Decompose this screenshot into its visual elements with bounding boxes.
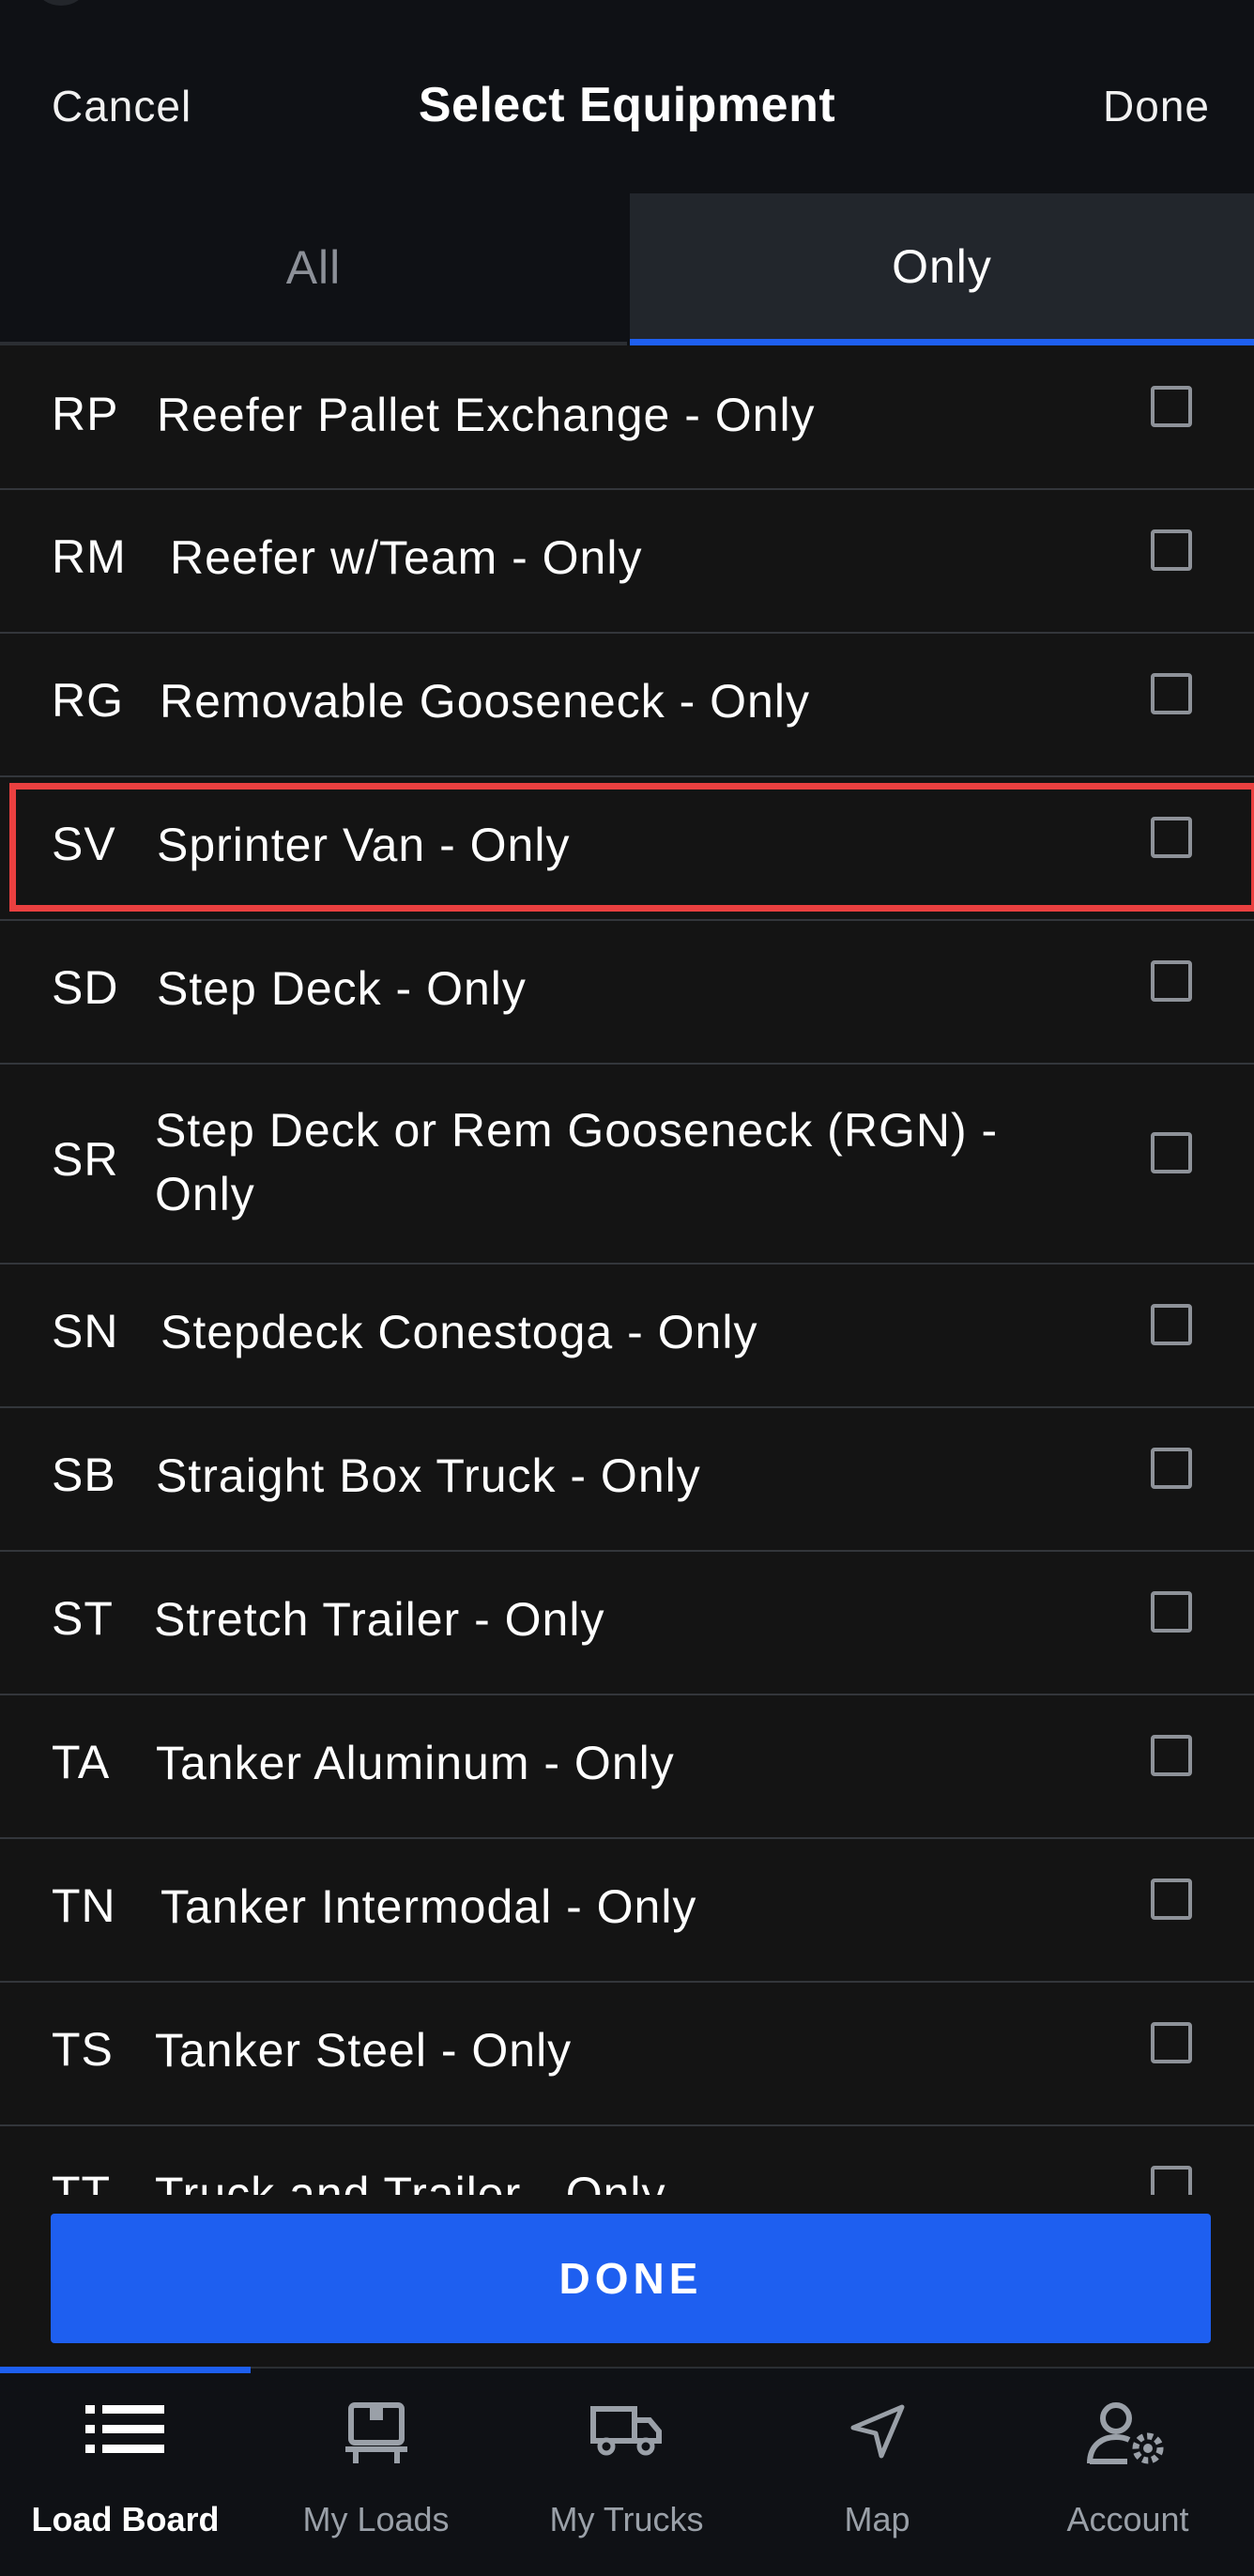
status-dot-icon	[38, 0, 84, 6]
equipment-row-tt[interactable]: TT Truck and Trailer - Only	[0, 2126, 1254, 2195]
nav-my-loads[interactable]: My Loads	[251, 2369, 501, 2576]
equipment-code: SB	[52, 1449, 116, 1501]
equipment-row-sn[interactable]: SN Stepdeck Conestoga - Only	[0, 1265, 1254, 1408]
filter-tabs: All Only	[0, 193, 1254, 345]
equipment-code: TS	[52, 2023, 114, 2076]
equipment-code: RP	[52, 388, 119, 440]
equipment-row-ts[interactable]: TS Tanker Steel - Only	[0, 1983, 1254, 2126]
equipment-name: Truck and Trailer - Only	[155, 2168, 666, 2195]
equipment-code: RM	[52, 530, 127, 583]
done-bar: DONE	[0, 2195, 1254, 2367]
equipment-name: Tanker Intermodal - Only	[161, 1880, 697, 1933]
equipment-checkbox[interactable]	[1151, 1132, 1192, 1173]
header-bar: Cancel Select Equipment Done	[0, 0, 1254, 193]
nav-label: Map	[844, 2500, 910, 2538]
equipment-code: SV	[52, 818, 116, 870]
equipment-code: SR	[52, 1133, 119, 1186]
equipment-code: TT	[52, 2167, 112, 2195]
bottom-navigation: Load Board My Loads My Trucks Map Accoun…	[0, 2367, 1254, 2576]
equipment-row-sv[interactable]: SV Sprinter Van - Only	[0, 777, 1254, 921]
equipment-list[interactable]: RP Reefer Pallet Exchange - Only RM Reef…	[0, 345, 1254, 2195]
nav-label: Load Board	[31, 2500, 220, 2538]
done-header-button[interactable]: Done	[1103, 81, 1210, 131]
equipment-code: RG	[52, 674, 124, 727]
loads-icon	[344, 2402, 407, 2463]
nav-account[interactable]: Account	[1002, 2369, 1253, 2576]
equipment-code: TN	[52, 1879, 116, 1932]
equipment-name: Reefer w/Team - Only	[170, 531, 643, 584]
equipment-row-tn[interactable]: TN Tanker Intermodal - Only	[0, 1839, 1254, 1983]
equipment-checkbox[interactable]	[1151, 2166, 1192, 2195]
equipment-code: SN	[52, 1305, 119, 1357]
equipment-code: TA	[52, 1736, 111, 1788]
navigation-arrow-icon	[850, 2404, 904, 2459]
truck-icon	[589, 2406, 662, 2456]
equipment-name: Stepdeck Conestoga - Only	[161, 1306, 758, 1358]
tab-only[interactable]: Only	[630, 193, 1254, 345]
nav-label: My Loads	[302, 2500, 450, 2538]
equipment-checkbox[interactable]	[1151, 1735, 1192, 1776]
tab-all[interactable]: All	[0, 193, 627, 345]
equipment-row-st[interactable]: ST Stretch Trailer - Only	[0, 1552, 1254, 1695]
equipment-checkbox[interactable]	[1151, 817, 1192, 858]
equipment-checkbox[interactable]	[1151, 1878, 1192, 1920]
done-button[interactable]: DONE	[51, 2214, 1211, 2343]
equipment-checkbox[interactable]	[1151, 529, 1192, 571]
list-icon	[84, 2405, 164, 2453]
equipment-name: Stretch Trailer - Only	[154, 1593, 605, 1646]
equipment-row-ta[interactable]: TA Tanker Aluminum - Only	[0, 1695, 1254, 1839]
nav-my-trucks[interactable]: My Trucks	[501, 2369, 752, 2576]
equipment-checkbox[interactable]	[1151, 1591, 1192, 1633]
equipment-name: Sprinter Van - Only	[157, 819, 571, 871]
equipment-row-rp[interactable]: RP Reefer Pallet Exchange - Only	[0, 345, 1254, 490]
equipment-code: ST	[52, 1592, 114, 1645]
account-settings-icon	[1086, 2402, 1163, 2464]
equipment-checkbox[interactable]	[1151, 960, 1192, 1002]
equipment-row-sr[interactable]: SR Step Deck or Rem Gooseneck (RGN) - On…	[0, 1065, 1254, 1265]
equipment-checkbox[interactable]	[1151, 386, 1192, 427]
nav-map[interactable]: Map	[752, 2369, 1002, 2576]
equipment-row-sb[interactable]: SB Straight Box Truck - Only	[0, 1408, 1254, 1552]
nav-label: Account	[1066, 2500, 1189, 2538]
equipment-name: Removable Gooseneck - Only	[160, 675, 810, 728]
equipment-name: Step Deck - Only	[157, 962, 527, 1015]
equipment-code: SD	[52, 961, 119, 1014]
equipment-name: Step Deck or Rem Gooseneck (RGN) - Only	[155, 1104, 999, 1220]
page-title: Select Equipment	[418, 78, 836, 132]
select-equipment-screen: Cancel Select Equipment Done All Only RP…	[0, 0, 1254, 2576]
nav-label: My Trucks	[549, 2500, 704, 2538]
equipment-name: Reefer Pallet Exchange - Only	[157, 389, 816, 441]
equipment-checkbox[interactable]	[1151, 2022, 1192, 2063]
equipment-checkbox[interactable]	[1151, 673, 1192, 714]
equipment-row-rm[interactable]: RM Reefer w/Team - Only	[0, 490, 1254, 634]
equipment-checkbox[interactable]	[1151, 1448, 1192, 1489]
equipment-row-sd[interactable]: SD Step Deck - Only	[0, 921, 1254, 1065]
nav-load-board[interactable]: Load Board	[0, 2369, 251, 2576]
equipment-row-rg[interactable]: RG Removable Gooseneck - Only	[0, 634, 1254, 777]
equipment-name: Straight Box Truck - Only	[156, 1449, 701, 1502]
equipment-name: Tanker Steel - Only	[155, 2024, 573, 2077]
equipment-checkbox[interactable]	[1151, 1304, 1192, 1345]
equipment-name: Tanker Aluminum - Only	[156, 1737, 675, 1789]
